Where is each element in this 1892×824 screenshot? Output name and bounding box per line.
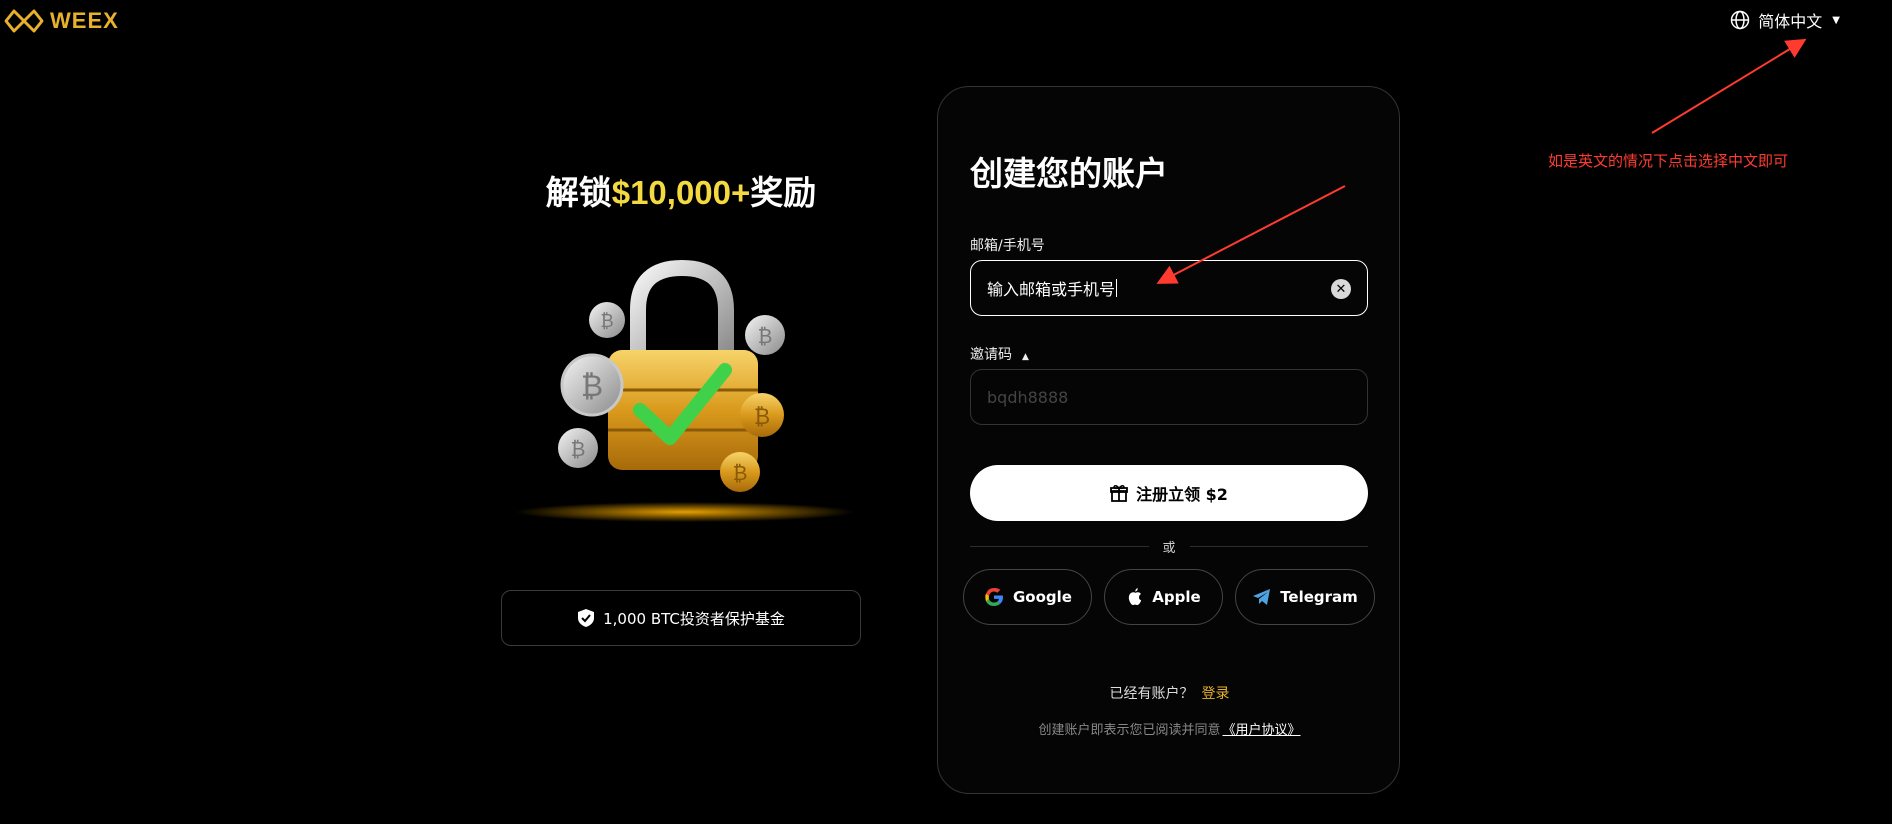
invite-code-field[interactable]: bqdh8888 — [970, 369, 1368, 425]
signup-button[interactable]: 注册立领 $2 — [970, 465, 1368, 521]
language-selector[interactable]: 简体中文 ▼ — [1730, 8, 1840, 32]
svg-text:₿: ₿ — [758, 324, 773, 348]
svg-text:₿: ₿ — [581, 369, 603, 404]
email-field[interactable]: 输入邮箱或手机号 ✕ — [970, 260, 1368, 316]
telegram-icon — [1253, 589, 1271, 605]
bitcoin-coin: ₿ — [560, 353, 624, 417]
promo-title-highlight: $10,000+ — [611, 174, 751, 211]
signup-card: 创建您的账户 邮箱/手机号 输入邮箱或手机号 ✕ 邀请码 ▲ bqdh8888 注… — [937, 86, 1400, 794]
promo-title: 解锁$10,000+奖励 — [500, 166, 862, 214]
email-label: 邮箱/手机号 — [970, 238, 1045, 254]
shield-check-icon — [578, 609, 595, 627]
promo-title-prefix: 解锁 — [545, 174, 612, 211]
google-label: Google — [1013, 588, 1072, 606]
terms-text: 创建账户即表示您已阅读并同意 — [1038, 723, 1221, 738]
logo-text: WEEX — [50, 8, 119, 33]
svg-text:₿: ₿ — [733, 461, 748, 485]
apple-signin-button[interactable]: Apple — [1104, 569, 1223, 625]
svg-text:₿: ₿ — [571, 437, 586, 461]
annotation-note: 如是英文的情况下点击选择中文即可 — [1548, 152, 1789, 170]
email-field-value: 输入邮箱或手机号 — [987, 280, 1116, 299]
caret-down-icon: ▼ — [1832, 14, 1840, 26]
weex-logo-icon — [4, 9, 44, 33]
gift-icon — [1110, 484, 1128, 502]
invite-code-placeholder: bqdh8888 — [987, 387, 1069, 407]
login-link[interactable]: 登录 — [1202, 686, 1230, 702]
apple-icon — [1129, 588, 1142, 605]
language-label: 简体中文 — [1758, 12, 1823, 31]
protection-fund-banner[interactable]: 1,000 BTC投资者保护基金 — [501, 590, 861, 646]
or-label: 或 — [1162, 541, 1176, 556]
annotation-arrow-language — [1651, 38, 1807, 134]
caret-up-icon: ▲ — [1022, 352, 1029, 362]
user-agreement-link[interactable]: 《用户协议》 — [1223, 723, 1301, 738]
invite-code-label[interactable]: 邀请码 ▲ — [970, 344, 1029, 364]
svg-text:₿: ₿ — [600, 311, 613, 332]
have-account-text: 已经有账户？ — [1109, 686, 1194, 702]
terms-notice: 创建账户即表示您已阅读并同意 《用户协议》 — [938, 719, 1401, 738]
apple-label: Apple — [1152, 588, 1201, 606]
signup-button-label: 注册立领 $2 — [1136, 485, 1228, 504]
promo-title-suffix: 奖励 — [750, 174, 817, 211]
google-icon — [985, 587, 1003, 606]
page-title: 创建您的账户 — [970, 155, 1168, 192]
svg-text:₿: ₿ — [754, 405, 770, 430]
clear-icon[interactable]: ✕ — [1331, 279, 1351, 299]
weex-logo[interactable]: WEEX — [4, 6, 119, 36]
telegram-label: Telegram — [1280, 588, 1358, 606]
padlock-illustration: ₿ ₿ ₿ ₿ ₿ ₿ — [515, 259, 855, 522]
google-signin-button[interactable]: Google — [963, 569, 1092, 625]
login-prompt: 已经有账户？ 登录 — [938, 683, 1401, 703]
invite-code-label-text: 邀请码 — [970, 347, 1012, 363]
globe-icon — [1731, 10, 1750, 30]
fund-text: 1,000 BTC投资者保护基金 — [603, 609, 785, 628]
telegram-signin-button[interactable]: Telegram — [1235, 569, 1375, 625]
or-divider: 或 — [970, 537, 1369, 556]
